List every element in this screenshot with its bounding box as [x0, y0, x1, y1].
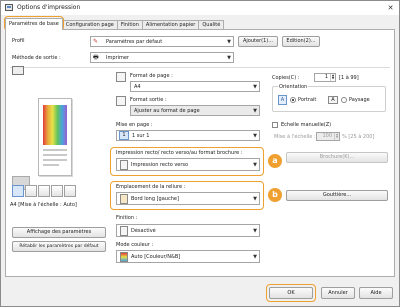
scaling-label: Mise à l'échelle :: [274, 134, 316, 140]
manual-scaling-checkbox[interactable]: [272, 122, 278, 128]
output-size-value: Ajuster au format de page: [134, 107, 200, 114]
preview-caption: A4 [Mise à l'échelle : Auto]: [10, 202, 77, 208]
copies-value: 1: [324, 74, 328, 80]
view-color-button[interactable]: [51, 185, 63, 197]
help-button[interactable]: Aide: [359, 287, 393, 299]
show-settings-button[interactable]: Affichage des paramètres: [12, 227, 106, 238]
edit-profile-button[interactable]: Edition(2)...: [282, 36, 320, 47]
scaling-stepper[interactable]: 100 ▲ ▼: [316, 132, 340, 141]
color-mode-value: Auto [Couleur/N&B]: [131, 253, 181, 260]
chevron-down-icon: ▼: [253, 107, 257, 114]
portrait-radio[interactable]: [290, 97, 296, 103]
portrait-label: Portrait: [298, 97, 317, 103]
landscape-label: Paysage: [349, 97, 370, 103]
color-mode-select[interactable]: Auto [Couleur/N&B] ▼: [116, 250, 260, 263]
view-page-button[interactable]: [12, 185, 24, 197]
chevron-down-icon: ▼: [253, 227, 257, 234]
output-size-label: Format sortie :: [130, 97, 167, 103]
landscape-radio[interactable]: [341, 97, 347, 103]
view-booklet-button[interactable]: [38, 185, 50, 197]
page-size-icon: [116, 72, 126, 82]
chevron-down-icon: ▼: [227, 38, 231, 45]
printer-icon: 🖶: [93, 53, 99, 61]
basic-settings-panel: Profil ✎ Paramètres par défaut ▼ Ajouter…: [5, 29, 395, 277]
layout-select[interactable]: 1 1 sur 1 ▼: [116, 130, 260, 141]
output-method-select[interactable]: 🖶 Imprimer ▼: [90, 52, 234, 63]
cancel-button[interactable]: Annuler: [321, 287, 355, 299]
badge-b: b: [268, 188, 282, 202]
print-options-dialog: Options d'impression ✕ Paramètres de bas…: [0, 0, 400, 307]
output-size-select[interactable]: Ajuster au format de page ▼: [130, 105, 260, 116]
view-zoom-button[interactable]: [64, 185, 76, 197]
badge-a: a: [268, 154, 282, 168]
chevron-down-icon: ▼: [253, 132, 257, 139]
tab-basic-settings[interactable]: Paramètres de base: [5, 18, 63, 30]
finishing-select[interactable]: Désactivé ▼: [116, 224, 260, 237]
preview-mode-buttons: [12, 185, 76, 197]
text-line: [43, 154, 67, 156]
finishing-icon: [120, 225, 128, 236]
landscape-icon: A: [328, 96, 338, 104]
copies-stepper[interactable]: 1 ▲ ▼: [314, 73, 336, 82]
add-profile-button[interactable]: Ajouter(1)...: [238, 36, 278, 47]
copies-range: [1 à 99]: [339, 75, 359, 81]
profile-select[interactable]: ✎ Paramètres par défaut ▼: [90, 36, 234, 47]
chevron-down-icon: ▼: [227, 54, 231, 61]
layout-label: Mise en page :: [116, 122, 153, 128]
profile-label: Profil: [12, 38, 25, 44]
binding-highlight: [110, 181, 264, 210]
preview-toggle-icon[interactable]: [12, 66, 24, 75]
text-line: [43, 164, 59, 166]
page-size-select[interactable]: A4 ▼: [130, 81, 260, 92]
scaling-value: 100: [322, 133, 332, 139]
finishing-label: Finition :: [116, 215, 138, 221]
color-mode-icon: [120, 251, 128, 262]
page-size-value: A4: [134, 83, 141, 90]
view-duplex-button[interactable]: [25, 185, 37, 197]
profile-value: Paramètres par défaut: [106, 38, 163, 45]
printer-app-icon: [5, 4, 13, 11]
profile-icon: ✎: [93, 38, 99, 45]
page-preview: [12, 66, 102, 246]
output-method-label: Méthode de sortie :: [12, 55, 61, 61]
text-line: [43, 159, 67, 161]
orientation-label: Orientation: [278, 84, 309, 90]
copies-label: Copies(C) :: [272, 75, 300, 81]
output-method-value: Imprimer: [106, 54, 129, 61]
booklet-button[interactable]: Brochure(K)...: [286, 152, 388, 163]
layout-value: 1 sur 1: [132, 132, 150, 139]
chevron-down-icon: ▼: [253, 83, 257, 90]
duplex-highlight: [110, 147, 264, 176]
page-thumbnail: [38, 98, 72, 176]
chevron-down-icon: ▼: [253, 253, 257, 260]
finishing-value: Désactivé: [131, 227, 156, 234]
color-mode-label: Mode couleur :: [116, 242, 154, 248]
scaling-range: % [25 à 200]: [342, 134, 375, 140]
window-title: Options d'impression: [17, 4, 81, 11]
text-line: [43, 149, 67, 151]
layout-icon: 1: [119, 131, 129, 140]
color-bars: [43, 105, 67, 145]
spin-arrows-icon[interactable]: ▲ ▼: [334, 133, 339, 140]
restore-defaults-button[interactable]: Rétablir les paramètres par défaut: [12, 241, 106, 252]
output-size-icon: [116, 96, 126, 106]
page-size-label: Format de page :: [130, 73, 173, 79]
title-bar: Options d'impression ✕: [1, 1, 399, 15]
ok-highlight: [266, 284, 316, 302]
portrait-icon: A: [278, 95, 287, 105]
spin-arrows-icon[interactable]: ▲ ▼: [330, 74, 335, 81]
gutter-button[interactable]: Gouttière...: [286, 190, 388, 201]
close-button[interactable]: ✕: [386, 4, 395, 12]
manual-scaling-label: Echelle manuelle(Z): [281, 122, 332, 128]
